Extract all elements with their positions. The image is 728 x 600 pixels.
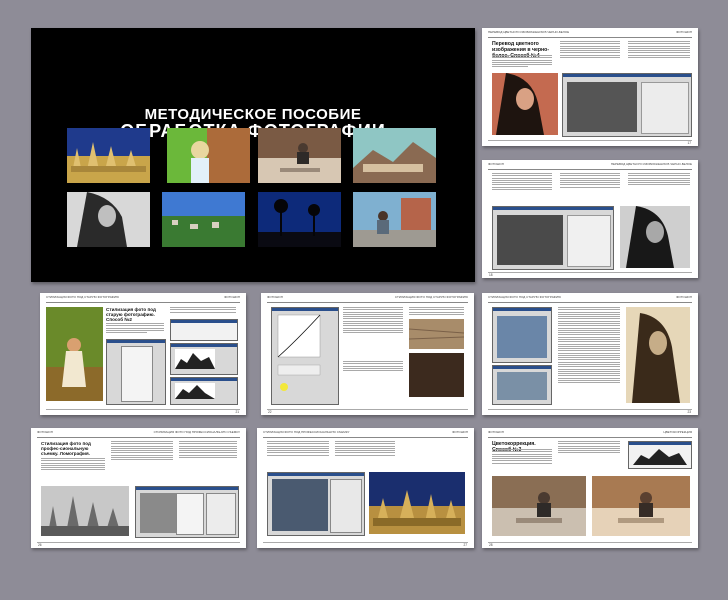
texture-sample (409, 319, 464, 349)
header-left: ПЕРЕВОД ЦВЕТНОГО ИЗОБРАЖЕНИЯ В ЧЕРНО-БЕЛ… (488, 30, 570, 34)
header-right: СТИЛИЗАЦИЯ ФОТО ПОД ПРОФЕССИОНАЛЬНУЮ СЪЕ… (153, 430, 240, 434)
page-header: СТИЛИЗАЦИЯ ФОТО ПОД СТАРУЮ ФОТОГРАФИЮ ФО… (46, 295, 240, 303)
header-right: ПЕРЕВОД ЦВЕТНОГО ИЗОБРАЖЕНИЯ В ЧЕРНО-БЕЛ… (610, 162, 692, 166)
text-block (409, 307, 464, 316)
header-left: СТИЛИЗАЦИЯ ФОТО ПОД СТАРУЮ ФОТОГРАФИЮ (488, 295, 562, 299)
text-block (558, 441, 620, 455)
photoshop-screenshot (492, 365, 552, 405)
photoshop-screenshot (492, 307, 552, 363)
text-block (560, 41, 620, 59)
header-left: ФОТОШОП (488, 430, 504, 434)
page-header: ФОТОШОП СТИЛИЗАЦИЯ ФОТО ПОД ПРОФЕССИОНАЛ… (37, 430, 240, 438)
text-block (628, 41, 690, 59)
header-right: ФОТОШОП (676, 295, 692, 299)
page-bw-method4[interactable]: ПЕРЕВОД ЦВЕТНОГО ИЗОБРАЖЕНИЯ В ЧЕРНО-БЕЛ… (482, 28, 698, 146)
text-block (267, 441, 329, 457)
photo-cathedral-bw (41, 486, 129, 536)
cover-photo-cathedral (67, 128, 150, 183)
cover-slide[interactable]: МЕТОДИЧЕСКОЕ ПОСОБИЕ ОБРАБОТКА ФОТОГРАФИ… (31, 28, 475, 282)
page-number: 21 (235, 410, 239, 414)
page-number: 18 (489, 273, 493, 277)
curves-dialog (271, 307, 339, 405)
header-left: СТИЛИЗАЦИЯ ФОТО ПОД СТАРУЮ ФОТОГРАФИЮ (46, 295, 120, 299)
page-number: 17 (687, 141, 691, 145)
page-title: Стилизация фото под старую фотографию. С… (106, 307, 156, 323)
header-left: ФОТОШОП (267, 295, 283, 299)
header-right: ФОТОШОП (224, 295, 240, 299)
photoshop-menu-screenshot (135, 486, 239, 538)
page-old-photo-result[interactable]: СТИЛИЗАЦИЯ ФОТО ПОД СТАРУЮ ФОТОГРАФИЮ ФО… (482, 293, 698, 415)
text-block (111, 441, 173, 462)
header-left: ФОТОШОП (37, 430, 53, 434)
page-number: 22 (268, 410, 272, 414)
page-header: СТИЛИЗАЦИЯ ФОТО ПОД СТАРУЮ ФОТОГРАФИЮ ФО… (488, 295, 692, 303)
photoshop-menu-screenshot (106, 339, 166, 405)
page-number: 27 (463, 543, 467, 547)
page-header: ФОТОШОП ЦВЕТОКОРРЕКЦИЯ (488, 430, 692, 438)
page-header: ФОТОШОП ПЕРЕВОД ЦВЕТНОГО ИЗОБРАЖЕНИЯ В Ч… (488, 162, 692, 170)
header-right: ФОТОШОП (676, 30, 692, 34)
photo-woman-sepia (626, 307, 690, 403)
histogram-dialog (628, 441, 692, 469)
photoshop-screenshot (562, 73, 692, 137)
cover-photo-boy-buildings (353, 192, 436, 247)
page-header: ПЕРЕВОД ЦВЕТНОГО ИЗОБРАЖЕНИЯ В ЧЕРНО-БЕЛ… (488, 30, 692, 38)
text-block (170, 307, 236, 314)
photoshop-screenshot (267, 472, 365, 536)
text-block (335, 441, 395, 457)
page-lomography-result[interactable]: СТИЛИЗАЦИЯ ФОТО ПОД ПРОФЕССИОНАЛЬНУЮ СЪЕ… (257, 428, 474, 548)
page-bw-method4-continued[interactable]: ФОТОШОП ПЕРЕВОД ЦВЕТНОГО ИЗОБРАЖЕНИЯ В Ч… (482, 160, 698, 278)
histogram-dialog (170, 343, 238, 375)
header-left: ФОТОШОП (488, 162, 504, 166)
photo-woman-color (492, 73, 558, 135)
page-color-correction-3[interactable]: ФОТОШОП ЦВЕТОКОРРЕКЦИЯ Цветокоррекция. С… (482, 428, 698, 548)
page-number: 23 (687, 410, 691, 414)
page-header: СТИЛИЗАЦИЯ ФОТО ПОД ПРОФЕССИОНАЛЬНУЮ СЪЕ… (263, 430, 468, 438)
page-old-photo-method2[interactable]: СТИЛИЗАЦИЯ ФОТО ПОД СТАРУЮ ФОТОГРАФИЮ ФО… (40, 293, 246, 415)
page-number: 26 (38, 543, 42, 547)
page-old-photo-curves[interactable]: ФОТОШОП СТИЛИЗАЦИЯ ФОТО ПОД СТАРУЮ ФОТОГ… (261, 293, 474, 415)
text-block (492, 449, 552, 465)
header-right: ЦВЕТОКОРРЕКЦИЯ (663, 430, 692, 434)
header-right: ФОТОШОП (452, 430, 468, 434)
cover-photo-boy-bench (258, 128, 341, 183)
page-number: 28 (489, 543, 493, 547)
text-block (492, 55, 552, 69)
photo-girl-forest (46, 307, 103, 401)
photo-boy-bench-after (592, 476, 690, 536)
text-block (558, 307, 620, 385)
text-block (41, 458, 105, 472)
text-block (343, 361, 403, 372)
dialog-screenshot (170, 319, 238, 341)
photo-woman-bw (620, 206, 690, 268)
page-header: ФОТОШОП СТИЛИЗАЦИЯ ФОТО ПОД СТАРУЮ ФОТОГ… (267, 295, 468, 303)
text-block (343, 307, 403, 334)
text-block (179, 441, 237, 459)
photo-boy-bench-before (492, 476, 586, 536)
photoshop-screenshot (492, 206, 614, 270)
text-block (106, 323, 164, 334)
text-block (560, 173, 620, 189)
levels-dialog (170, 377, 238, 405)
header-right: СТИЛИЗАЦИЯ ФОТО ПОД СТАРУЮ ФОТОГРАФИЮ (394, 295, 468, 299)
dark-texture (409, 353, 464, 397)
cover-photo-city-view (162, 192, 245, 247)
header-left: СТИЛИЗАЦИЯ ФОТО ПОД ПРОФЕССИОНАЛЬНУЮ СЪЕ… (263, 430, 350, 434)
cover-photo-woman-bw (67, 192, 150, 247)
page-lomography[interactable]: ФОТОШОП СТИЛИЗАЦИЯ ФОТО ПОД ПРОФЕССИОНАЛ… (31, 428, 246, 548)
cover-photo-mountain-town (353, 128, 436, 183)
text-block (628, 173, 690, 187)
cover-photo-palms-night (258, 192, 341, 247)
text-block (492, 173, 552, 191)
page-title: Стилизация фото под профес-сиональную съ… (41, 441, 91, 457)
cover-photo-child-green (167, 128, 250, 183)
photo-cathedral-lomo (369, 472, 465, 534)
